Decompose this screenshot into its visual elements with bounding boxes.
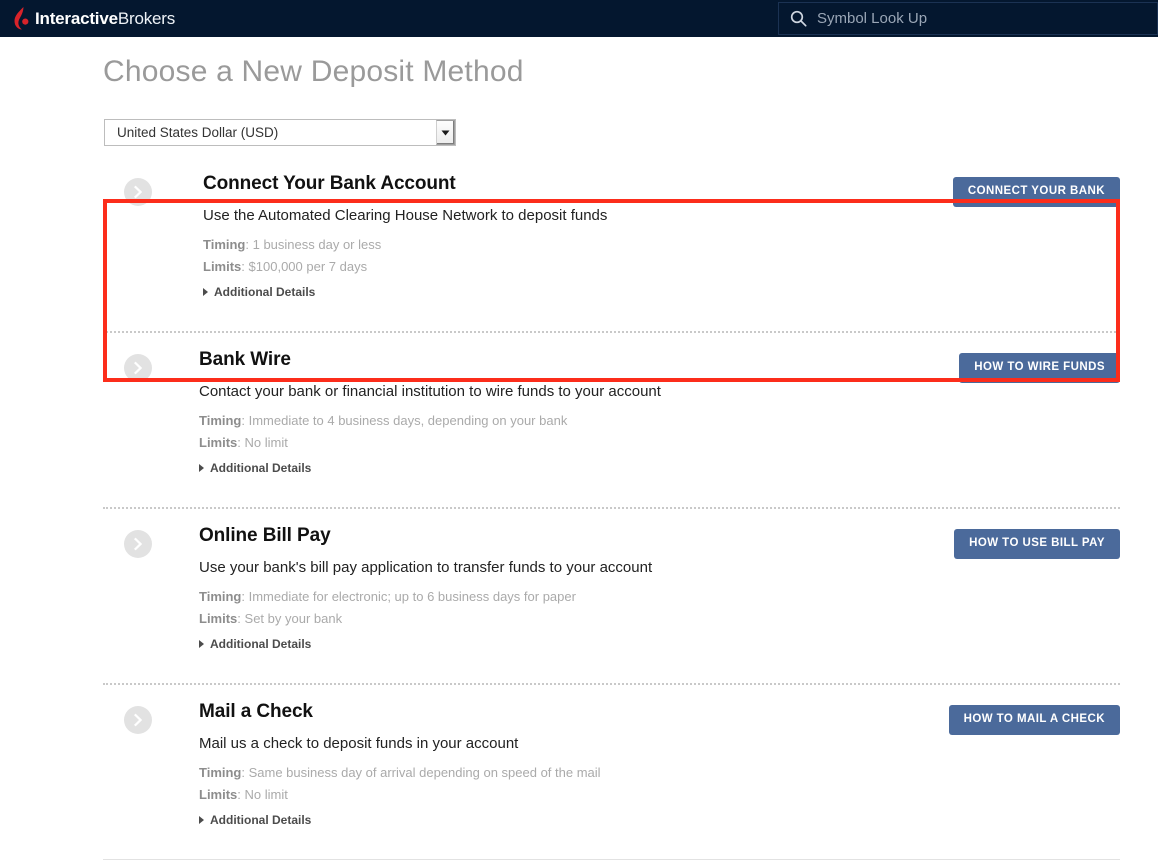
timing-separator: : — [241, 589, 249, 604]
deposit-method-row[interactable]: Mail a Check Mail us a check to deposit f… — [0, 685, 1158, 859]
deposit-method-timing: Timing: Same business day of arrival dep… — [199, 765, 601, 780]
chevron-right-circle-icon[interactable] — [124, 178, 152, 206]
limits-separator: : — [237, 435, 245, 450]
brand-logo[interactable]: InteractiveBrokers — [12, 0, 175, 37]
symbol-search-box[interactable] — [778, 2, 1158, 35]
deposit-method-timing: Timing: 1 business day or less — [203, 237, 381, 252]
limits-value: Set by your bank — [244, 611, 343, 626]
additional-details-toggle[interactable]: Additional Details — [199, 637, 311, 651]
deposit-method-row[interactable]: Connect Your Bank Account Use the Automat… — [0, 157, 1158, 331]
limits-separator: : — [237, 787, 245, 802]
limits-value: No limit — [244, 787, 288, 802]
caret-right-icon — [199, 640, 204, 648]
deposit-method-description: Use the Automated Clearing House Network… — [203, 207, 608, 224]
limits-value: $100,000 per 7 days — [248, 259, 368, 274]
currency-select[interactable]: United States Dollar (USD) — [104, 119, 456, 146]
additional-details-toggle[interactable]: Additional Details — [199, 461, 311, 475]
deposit-method-cta-button[interactable]: CONNECT YOUR BANK — [952, 177, 1120, 207]
limits-separator: : — [237, 611, 245, 626]
deposit-method-limits: Limits: $100,000 per 7 days — [203, 259, 367, 274]
timing-separator: : — [241, 413, 249, 428]
deposit-method-row[interactable]: Bank Wire Contact your bank or financial … — [0, 333, 1158, 507]
chevron-right-circle-icon[interactable] — [124, 530, 152, 558]
timing-label: Timing — [199, 589, 242, 604]
deposit-method-title: Bank Wire — [199, 349, 291, 370]
additional-details-label: Additional Details — [210, 813, 312, 827]
method-divider — [103, 859, 1120, 860]
additional-details-label: Additional Details — [210, 637, 312, 651]
deposit-method-cta-button[interactable]: HOW TO WIRE FUNDS — [959, 353, 1120, 383]
page-title: Choose a New Deposit Method — [103, 55, 524, 88]
deposit-method-card[interactable]: Connect Your Bank Account Use the Automat… — [107, 157, 1120, 331]
additional-details-toggle[interactable]: Additional Details — [199, 813, 311, 827]
search-input[interactable] — [817, 4, 1157, 33]
timing-separator: : — [241, 765, 249, 780]
deposit-method-timing: Timing: Immediate for electronic; up to … — [199, 589, 576, 604]
additional-details-label: Additional Details — [210, 461, 312, 475]
deposit-method-limits: Limits: Set by your bank — [199, 611, 342, 626]
limits-label: Limits — [199, 787, 238, 802]
deposit-method-description: Use your bank's bill pay application to … — [199, 559, 653, 576]
timing-value: Same business day of arrival depending o… — [248, 765, 601, 780]
timing-value: Immediate to 4 business days, depending … — [248, 413, 568, 428]
limits-label: Limits — [203, 259, 242, 274]
top-navigation-bar: InteractiveBrokers — [0, 0, 1158, 37]
deposit-method-title: Online Bill Pay — [199, 525, 331, 546]
timing-separator: : — [245, 237, 253, 252]
deposit-method-row[interactable]: Online Bill Pay Use your bank's bill pay … — [0, 509, 1158, 683]
limits-value: No limit — [244, 435, 288, 450]
caret-right-icon — [199, 816, 204, 824]
limits-separator: : — [241, 259, 249, 274]
timing-value: Immediate for electronic; up to 6 busine… — [248, 589, 576, 604]
deposit-method-card[interactable]: Mail a Check Mail us a check to deposit f… — [103, 685, 1120, 859]
chevron-right-circle-icon[interactable] — [124, 706, 152, 734]
limits-label: Limits — [199, 611, 238, 626]
timing-value: 1 business day or less — [252, 237, 382, 252]
caret-right-icon — [203, 288, 208, 296]
limits-label: Limits — [199, 435, 238, 450]
page-content: Choose a New Deposit Method United State… — [0, 37, 1158, 865]
additional-details-toggle[interactable]: Additional Details — [203, 285, 315, 299]
additional-details-label: Additional Details — [214, 285, 316, 299]
deposit-method-title: Mail a Check — [199, 701, 313, 722]
timing-label: Timing — [199, 765, 242, 780]
deposit-method-limits: Limits: No limit — [199, 787, 288, 802]
deposit-method-list: Connect Your Bank Account Use the Automat… — [0, 157, 1158, 860]
deposit-method-cta-button[interactable]: HOW TO USE BILL PAY — [954, 529, 1120, 559]
deposit-method-card[interactable]: Online Bill Pay Use your bank's bill pay … — [103, 509, 1120, 683]
deposit-method-limits: Limits: No limit — [199, 435, 288, 450]
deposit-method-timing: Timing: Immediate to 4 business days, de… — [199, 413, 567, 428]
brand-name-bold: Interactive — [35, 8, 118, 28]
deposit-method-card[interactable]: Bank Wire Contact your bank or financial … — [103, 333, 1120, 507]
timing-label: Timing — [203, 237, 246, 252]
caret-right-icon — [199, 464, 204, 472]
timing-label: Timing — [199, 413, 242, 428]
chevron-right-circle-icon[interactable] — [124, 354, 152, 382]
brand-wordmark: InteractiveBrokers — [35, 9, 175, 29]
deposit-method-description: Contact your bank or financial instituti… — [199, 383, 661, 400]
brand-name-light: Brokers — [117, 8, 176, 28]
deposit-method-description: Mail us a check to deposit funds in your… — [199, 735, 519, 752]
deposit-method-title: Connect Your Bank Account — [203, 173, 456, 194]
search-icon — [790, 10, 807, 27]
deposit-method-cta-button[interactable]: HOW TO MAIL A CHECK — [948, 705, 1120, 735]
ib-flame-logo-icon — [14, 6, 29, 29]
